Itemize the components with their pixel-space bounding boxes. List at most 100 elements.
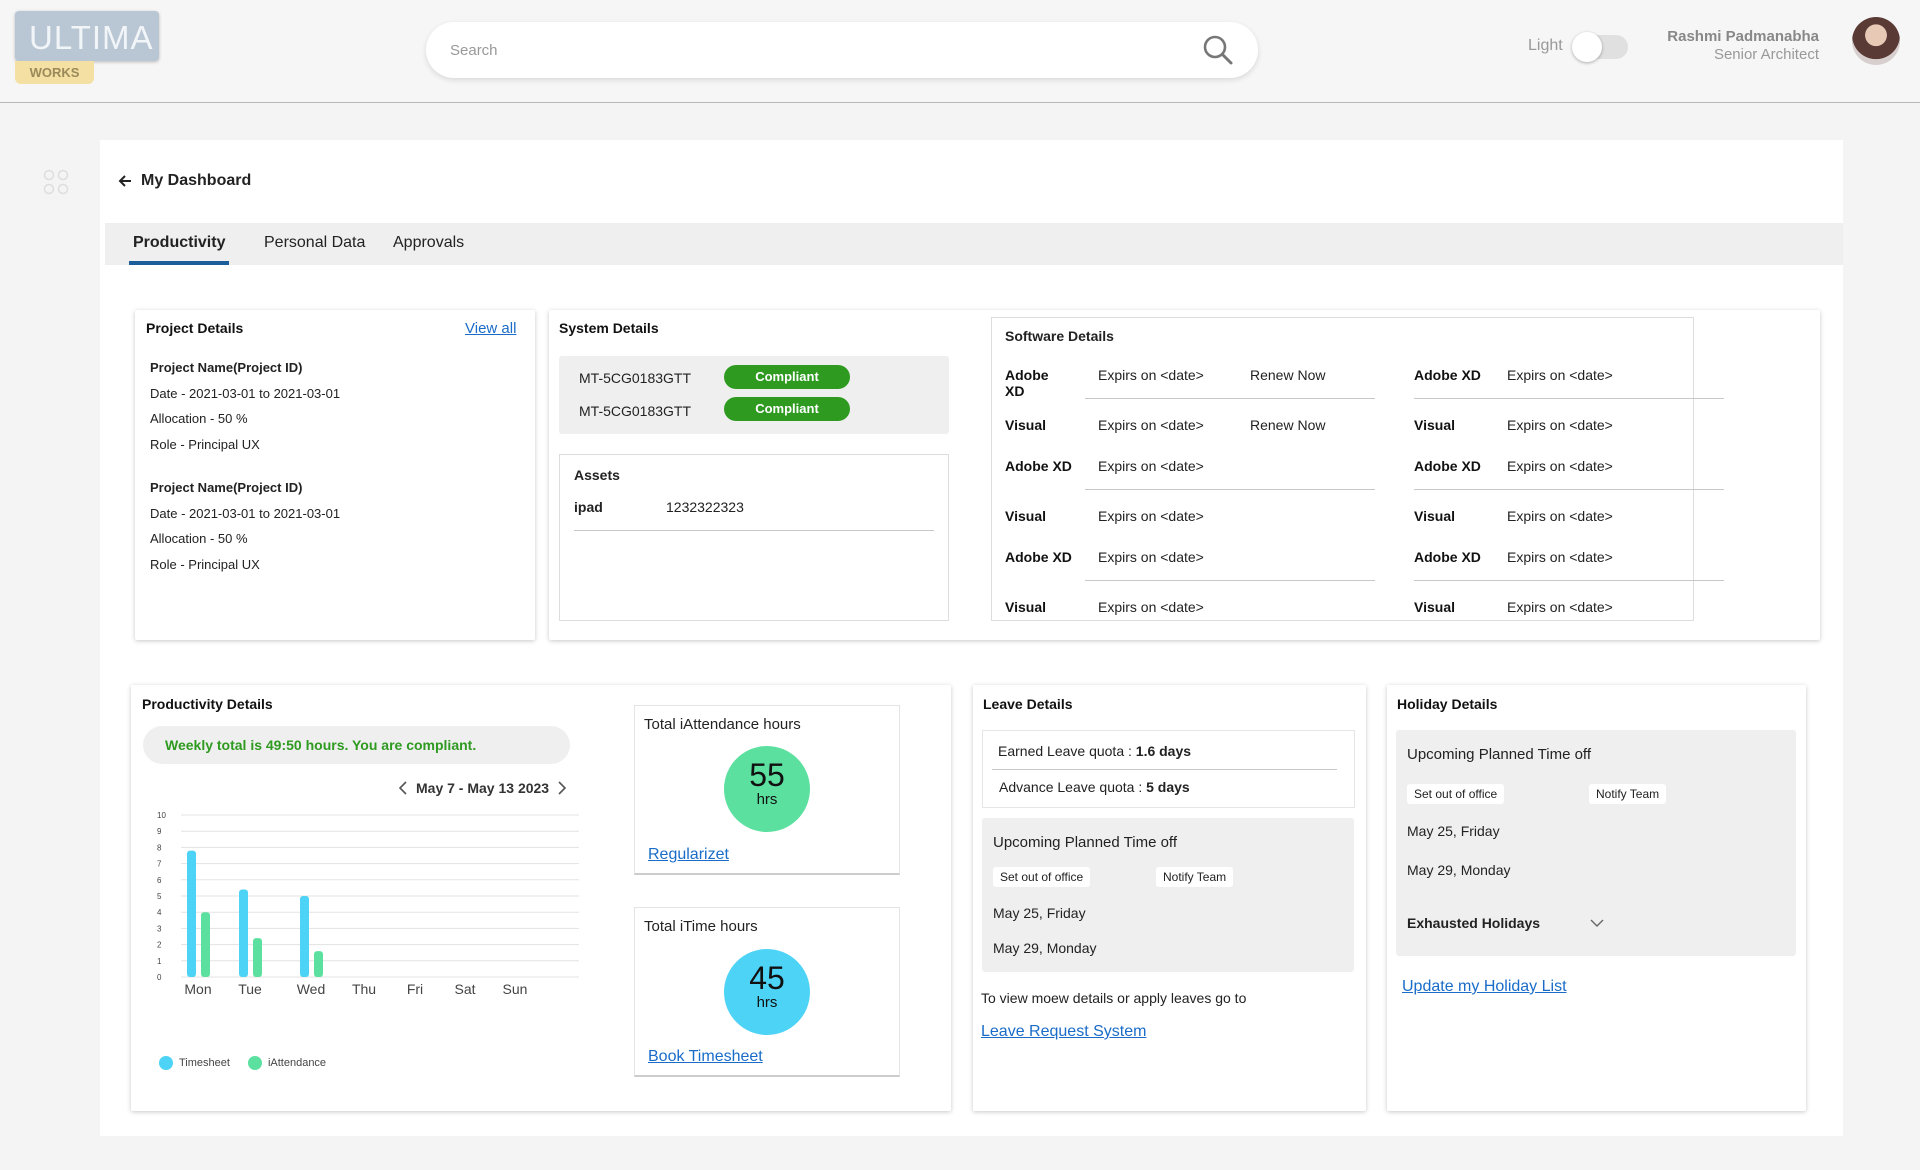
software-title: Software Details <box>1005 328 1114 344</box>
leave-info-text: To view moew details or apply leaves go … <box>981 990 1247 1006</box>
view-all-link[interactable]: View all <box>465 320 516 337</box>
chevron-down-icon <box>1590 919 1604 927</box>
tab-productivity[interactable]: Productivity <box>129 223 230 265</box>
itime-hours-box: Total iTime hours 45 hrs Book Timesheet <box>634 907 900 1077</box>
compliance-badge: Compliant <box>724 365 850 389</box>
bar-timesheet <box>239 889 248 977</box>
chevron-right-icon[interactable] <box>557 781 567 795</box>
week-label: May 7 - May 13 2023 <box>416 780 550 796</box>
compliance-banner: Weekly total is 49:50 hours. You are com… <box>143 726 570 764</box>
app-logo[interactable]: ULTIMA <box>15 11 159 61</box>
theme-label: Light <box>1528 37 1563 54</box>
top-bar: ULTIMA WORKS Light Rashmi Padmanabha Sen… <box>0 0 1920 103</box>
software-expiry: Expirs on <date> <box>1507 508 1613 524</box>
compliance-badge: Compliant <box>724 397 850 421</box>
exhausted-holidays-label: Exhausted Holidays <box>1407 915 1541 931</box>
software-expiry: Expirs on <date> <box>1507 417 1613 433</box>
set-out-of-office-button[interactable]: Set out of office <box>1407 784 1505 804</box>
x-tick-label: Thu <box>352 981 376 997</box>
leave-details-card: Leave Details Earned Leave quota : 1.6 d… <box>973 685 1366 1111</box>
tab-approvals[interactable]: Approvals <box>389 223 468 265</box>
book-timesheet-link[interactable]: Book Timesheet <box>648 1048 763 1066</box>
software-expiry: Expirs on <date> <box>1507 458 1613 474</box>
page-title: My Dashboard <box>141 172 252 189</box>
legend-swatch-iattendance <box>247 1056 262 1070</box>
renew-now-link[interactable]: Renew Now <box>1250 367 1325 383</box>
time-off-date: May 29, Monday <box>993 940 1097 956</box>
x-tick-label: Sat <box>454 981 475 997</box>
asset-name: ipad <box>574 499 603 515</box>
software-name: Visual <box>1414 417 1455 433</box>
theme-toggle-knob[interactable] <box>1572 32 1602 62</box>
project-role: Role - Principal UX <box>150 437 260 452</box>
update-holiday-list-link[interactable]: Update my Holiday List <box>1402 978 1567 996</box>
itime-hours-circle: 45 hrs <box>724 949 810 1035</box>
chevron-left-icon[interactable] <box>398 781 408 795</box>
card-title: Holiday Details <box>1397 696 1498 712</box>
divider <box>1085 398 1375 399</box>
card-title: Leave Details <box>983 696 1073 712</box>
regularize-link[interactable]: Regularizet <box>648 846 729 864</box>
card-title: System Details <box>559 320 659 336</box>
attendance-hours-circle: 55 hrs <box>724 746 810 832</box>
search-input[interactable] <box>450 22 1170 78</box>
software-name: Visual <box>1414 599 1455 615</box>
project-date: Date - 2021-03-01 to 2021-03-01 <box>150 386 341 401</box>
attendance-hours-unit: hrs <box>756 791 778 808</box>
productivity-card: Productivity Details Weekly total is 49:… <box>131 685 951 1111</box>
card-title: Project Details <box>146 320 244 336</box>
software-expiry: Expirs on <date> <box>1098 458 1204 474</box>
set-out-of-office-button[interactable]: Set out of office <box>993 867 1091 887</box>
bar-timesheet <box>300 896 309 977</box>
asset-value: 1232322323 <box>666 499 744 515</box>
y-tick-label: 2 <box>157 941 162 950</box>
y-tick-label: 9 <box>157 827 162 836</box>
bar-timesheet <box>187 850 196 977</box>
x-tick-label: Sun <box>503 981 528 997</box>
software-expiry: Expirs on <date> <box>1507 599 1613 615</box>
software-name: Adobe XD <box>1414 458 1481 474</box>
software-expiry: Expirs on <date> <box>1507 367 1613 383</box>
divider <box>1085 580 1375 581</box>
software-expiry: Expirs on <date> <box>1098 599 1204 615</box>
apps-grid-icon[interactable] <box>43 169 69 195</box>
leave-request-link[interactable]: Leave Request System <box>981 1023 1146 1041</box>
attendance-hours-box: Total iAttendance hours 55 hrs Regulariz… <box>634 705 900 875</box>
legend-swatch-timesheet <box>159 1056 173 1070</box>
time-off-date: May 25, Friday <box>993 905 1086 921</box>
main-panel: My Dashboard Productivity Personal Data … <box>100 140 1843 1136</box>
project-details-card: Project Details View all Project Name(Pr… <box>135 310 535 640</box>
legend-label-timesheet: Timesheet <box>179 1057 230 1069</box>
avatar[interactable] <box>1852 17 1900 65</box>
y-tick-label: 0 <box>157 973 162 982</box>
divider <box>574 530 934 531</box>
logo-text: ULTIMA <box>29 19 154 56</box>
exhausted-holidays-dropdown[interactable]: Exhausted Holidays <box>1407 915 1604 931</box>
bar-iattendance <box>314 951 323 977</box>
bar-iattendance <box>201 912 210 977</box>
time-off-date: May 25, Friday <box>1407 823 1500 839</box>
advance-leave: Advance Leave quota : 5 days <box>999 779 1190 795</box>
software-name: Adobe XD <box>1005 458 1072 474</box>
tab-personal-data[interactable]: Personal Data <box>260 223 369 265</box>
back-link[interactable]: My Dashboard <box>117 172 251 190</box>
software-expiry: Expirs on <date> <box>1098 549 1204 565</box>
divider <box>1414 398 1724 399</box>
y-tick-label: 4 <box>157 908 162 917</box>
upcoming-title: Upcoming Planned Time off <box>993 834 1177 851</box>
renew-now-link[interactable]: Renew Now <box>1250 417 1325 433</box>
user-name: Rashmi Padmanabha <box>1667 28 1819 45</box>
software-name: Adobe XD <box>1414 367 1481 383</box>
system-id: MT-5CG0183GTT <box>579 403 692 419</box>
itime-title: Total iTime hours <box>644 918 758 935</box>
system-id: MT-5CG0183GTT <box>579 370 692 386</box>
search-icon[interactable] <box>1200 32 1236 68</box>
software-name: Visual <box>1005 417 1046 433</box>
chart-legend: Timesheet iAttendance <box>159 1056 326 1070</box>
notify-team-button[interactable]: Notify Team <box>1156 867 1234 887</box>
software-name: Adobe XD <box>1005 367 1049 399</box>
y-tick-label: 10 <box>157 811 166 820</box>
earned-leave: Earned Leave quota : 1.6 days <box>998 743 1191 759</box>
software-name: Adobe XD <box>1414 549 1481 565</box>
notify-team-button[interactable]: Notify Team <box>1589 784 1667 804</box>
